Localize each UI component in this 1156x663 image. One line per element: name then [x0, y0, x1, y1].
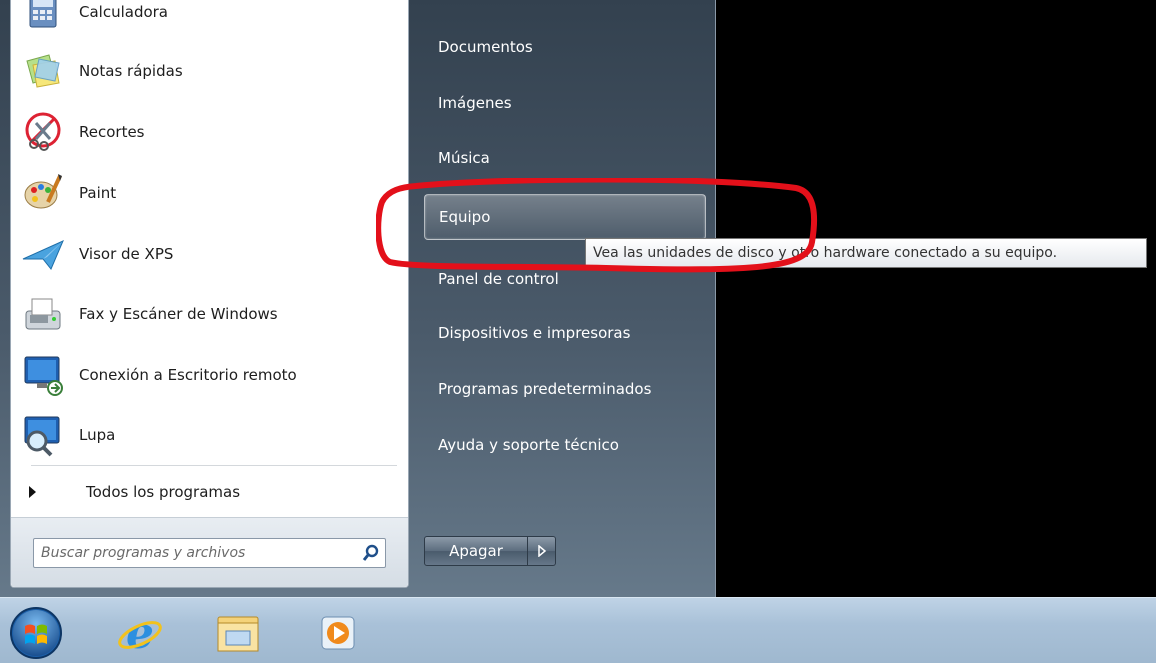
program-label: Visor de XPS	[79, 245, 174, 263]
right-item-label: Panel de control	[438, 270, 559, 288]
program-item-fax-scanner[interactable]: Fax y Escáner de Windows	[19, 288, 404, 340]
media-player-button[interactable]	[308, 604, 368, 662]
internet-explorer-button[interactable]: e	[110, 604, 170, 662]
right-item-label: Equipo	[439, 208, 491, 226]
shutdown-label: Apagar	[449, 542, 503, 560]
snipping-tool-icon	[19, 108, 67, 156]
remote-desktop-icon	[19, 351, 67, 399]
program-item-magnifier[interactable]: Lupa	[19, 409, 404, 461]
program-item-snipping-tool[interactable]: Recortes	[19, 106, 404, 158]
sticky-notes-icon	[19, 47, 67, 95]
search-box[interactable]	[33, 538, 386, 568]
taskbar: e	[0, 597, 1156, 663]
right-item-label: Imágenes	[438, 94, 512, 112]
folder-icon	[217, 616, 259, 652]
program-label: Lupa	[79, 426, 116, 444]
program-label: Paint	[79, 184, 117, 202]
start-menu: Calculadora Notas rápidas Recortes Paint	[0, 0, 716, 597]
shutdown-options-button[interactable]	[528, 536, 556, 566]
program-item-xps-viewer[interactable]: Visor de XPS	[19, 228, 404, 280]
program-label: Notas rápidas	[79, 62, 183, 80]
tooltip-text: Vea las unidades de disco y otro hardwar…	[593, 245, 1058, 261]
chevron-right-icon	[537, 545, 546, 557]
right-item-music[interactable]: Música	[424, 135, 706, 181]
separator	[31, 465, 397, 466]
search-icon[interactable]	[357, 539, 385, 567]
programs-pane: Calculadora Notas rápidas Recortes Paint	[10, 0, 409, 588]
tooltip: Vea las unidades de disco y otro hardwar…	[585, 238, 1147, 268]
all-programs-label: Todos los programas	[86, 483, 241, 501]
paint-icon	[19, 169, 67, 217]
fax-scanner-icon	[19, 290, 67, 338]
shutdown-control: Apagar	[424, 536, 564, 566]
right-item-documents[interactable]: Documentos	[424, 24, 706, 70]
right-item-label: Dispositivos e impresoras	[438, 324, 631, 342]
triangle-right-icon	[29, 486, 36, 498]
right-item-label: Programas predeterminados	[438, 380, 652, 398]
media-player-icon	[321, 616, 355, 650]
all-programs-button[interactable]: Todos los programas	[25, 477, 395, 507]
svg-text:e: e	[126, 608, 154, 658]
right-item-label: Ayuda y soporte técnico	[438, 436, 619, 454]
program-item-paint[interactable]: Paint	[19, 167, 404, 219]
program-item-remote-desktop[interactable]: Conexión a Escritorio remoto	[19, 349, 404, 401]
magnifier-icon	[19, 411, 67, 459]
calculator-icon	[19, 0, 67, 36]
search-input[interactable]	[34, 539, 357, 567]
file-explorer-button[interactable]	[208, 604, 268, 662]
start-button[interactable]	[6, 604, 66, 662]
right-item-default-programs[interactable]: Programas predeterminados	[424, 366, 706, 412]
right-item-help-support[interactable]: Ayuda y soporte técnico	[424, 422, 706, 468]
program-label: Calculadora	[79, 3, 169, 21]
program-label: Recortes	[79, 123, 145, 141]
right-item-devices-printers[interactable]: Dispositivos e impresoras	[424, 310, 706, 356]
right-item-pictures[interactable]: Imágenes	[424, 80, 706, 126]
right-item-label: Música	[438, 149, 490, 167]
program-label: Fax y Escáner de Windows	[79, 305, 278, 323]
internet-explorer-icon: e	[118, 608, 162, 658]
xps-viewer-icon	[19, 230, 67, 278]
search-area	[11, 517, 408, 587]
shutdown-button[interactable]: Apagar	[424, 536, 528, 566]
right-item-label: Documentos	[438, 38, 533, 56]
start-orb-icon	[10, 607, 62, 659]
right-item-computer[interactable]: Equipo	[424, 194, 706, 240]
program-label: Conexión a Escritorio remoto	[79, 366, 297, 384]
program-item-sticky-notes[interactable]: Notas rápidas	[19, 45, 404, 97]
program-item-calculator[interactable]: Calculadora	[19, 0, 404, 38]
